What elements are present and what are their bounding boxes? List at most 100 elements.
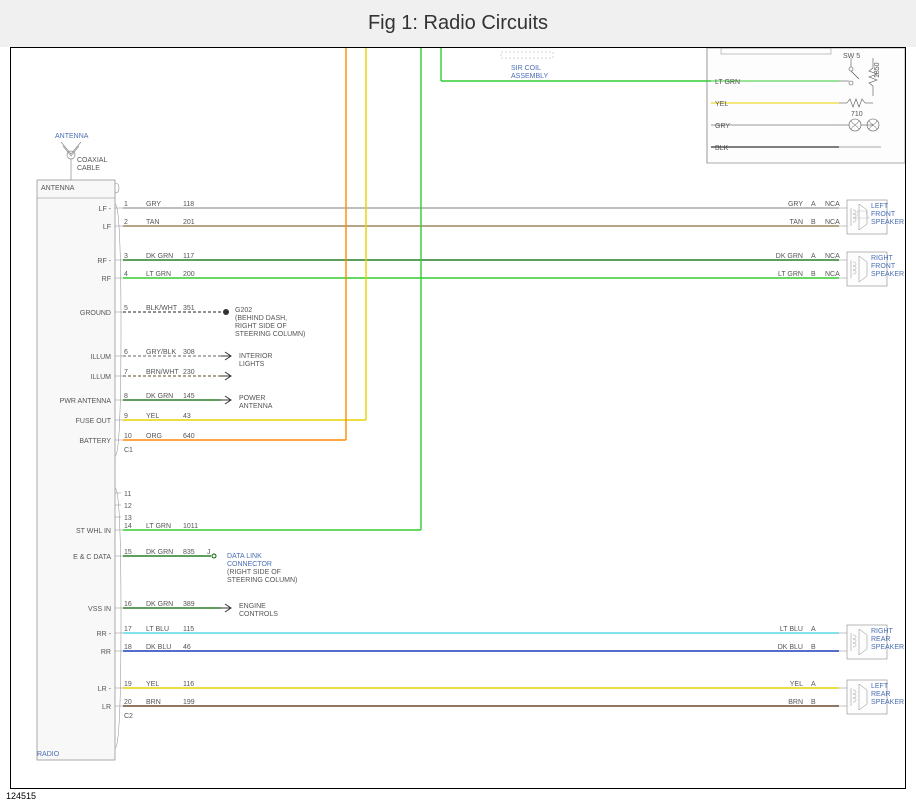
wire-brn: BRN: [146, 699, 161, 706]
coaxial-label: COAXIALCABLE: [77, 157, 107, 172]
svg-text:308: 308: [183, 349, 195, 356]
antenna-label: ANTENNA: [55, 133, 89, 140]
svg-text:TAN: TAN: [790, 219, 803, 226]
radio-label: RADIO: [37, 751, 60, 758]
svg-text:351: 351: [183, 305, 195, 312]
pin-fuseout: FUSE OUT: [76, 418, 112, 425]
svg-text:B: B: [811, 644, 816, 651]
pinnum-14: 14: [124, 523, 132, 530]
svg-text:B: B: [811, 219, 816, 226]
svg-text:145: 145: [183, 393, 195, 400]
svg-text:A: A: [811, 681, 816, 688]
pin-stwhl: ST WHL IN: [76, 528, 111, 535]
lr-speaker-label: LEFTREARSPEAKER: [871, 683, 904, 706]
svg-text:NCA: NCA: [825, 201, 840, 208]
wire-ltblu: LT BLU: [146, 626, 169, 633]
gry-label: GRY: [715, 123, 730, 130]
svg-text:116: 116: [183, 681, 194, 688]
wire-gry: GRY: [146, 201, 161, 208]
wire-dkblu: DK BLU: [146, 644, 171, 651]
svg-text:NCA: NCA: [825, 271, 840, 278]
wire-gryblk: GRY/BLK: [146, 349, 177, 356]
wire-blkwht: BLK/WHT: [146, 305, 178, 312]
r1850-label: 1850: [874, 62, 881, 78]
svg-text:230: 230: [183, 369, 195, 376]
wiring-diagram: ANTENNA COAXIALCABLE ANTENNA RADIO SIR C…: [10, 47, 906, 789]
blk-label: BLK: [715, 145, 729, 152]
data-link-label: DATA LINKCONNECTOR: [227, 553, 272, 568]
pin-rf-minus: RF -: [97, 258, 111, 265]
sir-coil-label: SIR COILASSEMBLY: [511, 65, 549, 80]
pinnum-20: 20: [124, 699, 132, 706]
svg-text:A: A: [811, 626, 816, 633]
svg-text:46: 46: [183, 644, 191, 651]
svg-text:LT BLU: LT BLU: [780, 626, 803, 633]
pin-lf-minus: LF -: [99, 206, 112, 213]
svg-text:B: B: [811, 699, 816, 706]
wire-yel: YEL: [146, 413, 159, 420]
pin-rf: RF: [102, 276, 111, 283]
svg-text:640: 640: [183, 433, 195, 440]
wire-org: ORG: [146, 433, 162, 440]
data-link-sub-label: (RIGHT SIDE OFSTEERING COLUMN): [227, 569, 297, 584]
pinnum-5: 5: [124, 305, 128, 312]
pinnum-4: 4: [124, 271, 128, 278]
svg-text:199: 199: [183, 699, 195, 706]
engine-controls-label: ENGINECONTROLS: [239, 603, 278, 618]
svg-text:GRY: GRY: [788, 201, 803, 208]
c1-label: C1: [124, 447, 133, 454]
svg-text:NCA: NCA: [825, 219, 840, 226]
wire-brnwht: BRN/WHT: [146, 369, 179, 376]
wire-tan: TAN: [146, 219, 159, 226]
pin-lr-minus: LR -: [98, 686, 112, 693]
diagram-id: 124515: [0, 789, 916, 803]
svg-text:118: 118: [183, 201, 194, 208]
svg-text:B: B: [811, 271, 816, 278]
pin-pwrant: PWR ANTENNA: [60, 398, 112, 405]
pinnum-17: 17: [124, 626, 132, 633]
svg-text:NCA: NCA: [825, 253, 840, 260]
pin-ground: GROUND: [80, 310, 111, 317]
pinnum-6: 6: [124, 349, 128, 356]
svg-text:835: 835: [183, 549, 195, 556]
wire-dkgrn: DK GRN: [146, 253, 173, 260]
pin-lf: LF: [103, 224, 111, 231]
c2-label: C2: [124, 713, 133, 720]
pin-lr: LR: [102, 704, 111, 711]
svg-text:200: 200: [183, 271, 195, 278]
wire-ltgrn: LT GRN: [146, 271, 171, 278]
svg-text:389: 389: [183, 601, 195, 608]
interior-lights-label: INTERIORLIGHTS: [239, 353, 272, 368]
antenna2-label: ANTENNA: [41, 185, 75, 192]
pinnum-9: 9: [124, 413, 128, 420]
pinnum-3: 3: [124, 253, 128, 260]
svg-text:YEL: YEL: [790, 681, 803, 688]
pinnum-19: 19: [124, 681, 132, 688]
pinnum-2: 2: [124, 219, 128, 226]
svg-text:DK BLU: DK BLU: [778, 644, 803, 651]
yel-label: YEL: [715, 101, 728, 108]
pin-rr: RR: [101, 649, 111, 656]
svg-text:1011: 1011: [183, 523, 198, 530]
pin-illum2: ILLUM: [90, 374, 111, 381]
pinnum-10: 10: [124, 433, 132, 440]
diagram-title: Fig 1: Radio Circuits: [0, 0, 916, 47]
svg-text:201: 201: [183, 219, 195, 226]
pin-ecdata: E & C DATA: [73, 554, 111, 561]
svg-text:43: 43: [183, 413, 191, 420]
svg-text:A: A: [811, 253, 816, 260]
r710-label: 710: [851, 111, 863, 118]
lf-speaker-label: LEFTFRONTSPEAKER: [871, 203, 904, 226]
wire-dkgrn3: DK GRN: [146, 549, 173, 556]
ltgrn-label: LT GRN: [715, 79, 740, 86]
pinnum-8: 8: [124, 393, 128, 400]
svg-text:115: 115: [183, 626, 194, 633]
wire-ltgrn2: LT GRN: [146, 523, 171, 530]
svg-text:DK GRN: DK GRN: [776, 253, 803, 260]
svg-text:A: A: [811, 201, 816, 208]
rr-speaker-label: RIGHTREARSPEAKER: [871, 628, 904, 651]
pinnum-11: 11: [124, 491, 131, 498]
sw5-label: SW 5: [843, 53, 860, 60]
svg-text:J: J: [207, 549, 211, 556]
rf-speaker-label: RIGHTFRONTSPEAKER: [871, 255, 904, 278]
